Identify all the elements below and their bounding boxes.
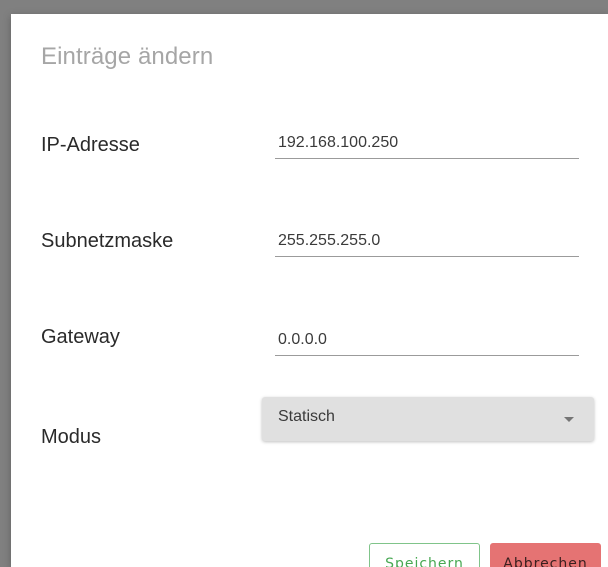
chevron-down-icon[interactable] — [564, 417, 574, 422]
mode-select-value: Statisch — [278, 408, 335, 425]
gateway-label: Gateway — [41, 326, 120, 348]
mode-label: Modus — [41, 426, 102, 448]
ip-address-input[interactable] — [275, 127, 579, 159]
ip-address-label: IP-Adresse — [41, 134, 140, 156]
save-button[interactable]: Speichern — [369, 543, 480, 567]
gateway-input[interactable] — [275, 324, 579, 356]
subnet-mask-label: Subnetzmaske — [41, 230, 174, 252]
subnet-mask-input[interactable] — [275, 225, 579, 257]
mode-select[interactable]: Statisch — [262, 397, 594, 441]
edit-entries-dialog: Einträge ändern IP-Adresse Subnetzmaske … — [11, 14, 608, 567]
dialog-title: Einträge ändern — [41, 43, 214, 70]
cancel-button[interactable]: Abbrechen — [490, 543, 601, 567]
